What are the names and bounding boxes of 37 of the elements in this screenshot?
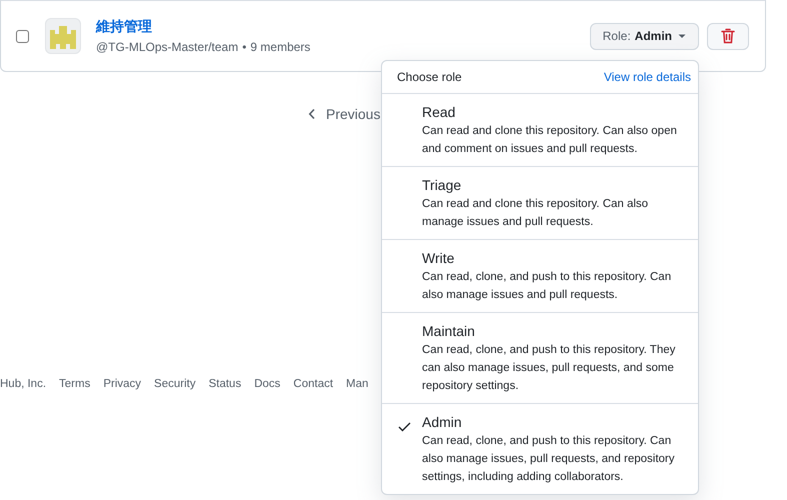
role-option[interactable]: Read Can read and clone this repository. Can also open and comment on issues and pull requests. [382, 94, 698, 167]
team-avatar-icon [50, 23, 76, 49]
checkbox[interactable] [16, 30, 29, 42]
footer-link[interactable]: Privacy [103, 378, 142, 390]
trash-icon [721, 28, 735, 44]
footer-link[interactable]: Security [154, 378, 196, 390]
role-option[interactable]: Admin Can read, clone, and push to this repository. Can also manage issues, pull requests, and repository settings, including adding collaborators. [382, 404, 698, 494]
delete-button[interactable] [707, 22, 749, 50]
footer-link[interactable]: Docs [254, 378, 280, 390]
role-description: Can read and clone this repository. Can also open and comment on issues and pull requests. [422, 124, 678, 157]
separator-dot: • [242, 40, 246, 54]
role-option[interactable]: Write Can read, clone, and push to this repository. Can also manage issues and pull requests. [382, 240, 698, 313]
role-name: Admin [422, 414, 463, 430]
role-name: Triage [422, 177, 462, 193]
role-name: Write [422, 250, 456, 266]
chevron-left-icon [308, 108, 316, 120]
role-description: Can read and clone this repository. Can also manage issues and pull requests. [422, 197, 650, 230]
role-name: Read [422, 104, 456, 120]
team-handle: @TG-MLOps-Master/team [96, 40, 238, 54]
role-description: Can read, clone, and push to this repository. They can also manage issues, pull requests, and some repository settings. [422, 343, 676, 394]
role-name: Maintain [422, 323, 476, 339]
view-role-details-link[interactable]: View role details [604, 70, 691, 84]
role-option[interactable]: Maintain Can read, clone, and push to this repository. They can also manage issues, pull requests, and some repository settings. [382, 313, 698, 404]
role-option[interactable]: Triage Can read and clone this repository. Can also manage issues and pull requests. [382, 167, 698, 240]
role-description: Can read, clone, and push to this repository. Can also manage issues, pull requests, and repository settings, including adding collaborators. [422, 434, 676, 485]
footer-link[interactable]: Contact [293, 378, 334, 390]
footer-link[interactable]: Man [346, 378, 368, 390]
copyright-text: Hub, Inc. [0, 378, 46, 390]
role-description: Can read, clone, and push to this repository. Can also manage issues and pull requests. [422, 270, 672, 303]
footer-link[interactable]: Terms [59, 378, 90, 390]
role-button[interactable]: Role: Admin [590, 22, 699, 50]
previous-page-link[interactable]: Previous [308, 104, 380, 124]
check-icon [398, 422, 411, 432]
member-count: 9 members [250, 40, 310, 54]
team-name-link[interactable]: 維持管理 [96, 18, 590, 36]
menu-title: Choose role [397, 70, 462, 84]
footer-link[interactable]: Status [208, 378, 242, 390]
